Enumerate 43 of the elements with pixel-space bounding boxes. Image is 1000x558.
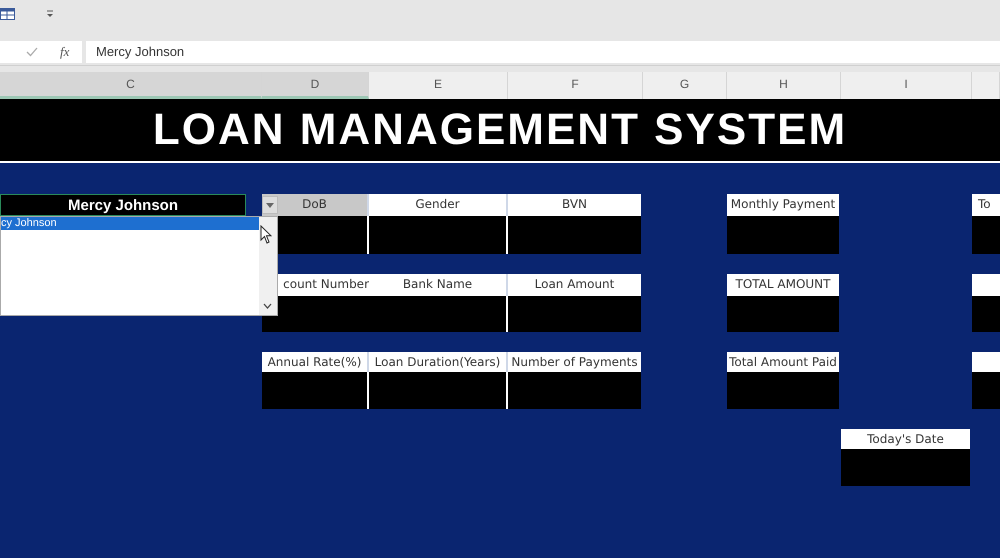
column-header[interactable]: D <box>262 72 369 99</box>
field-value-cell[interactable] <box>508 296 641 332</box>
field-value-cell[interactable] <box>972 216 1000 254</box>
insert-function-button[interactable]: fx <box>60 44 70 60</box>
field-label: Monthly Payment <box>727 194 839 216</box>
field-value-cell[interactable] <box>841 449 970 486</box>
field-label: Loan Amount <box>508 274 641 296</box>
scrollbar[interactable] <box>259 217 277 315</box>
list-item[interactable]: cy Johnson <box>1 217 259 230</box>
field-label: Gender <box>369 194 508 216</box>
name-select-cell[interactable]: Mercy Johnson <box>0 194 246 216</box>
field-value-cell[interactable] <box>972 372 1000 409</box>
field-label: Total Amount Paid <box>727 352 839 372</box>
chevron-down-icon[interactable] <box>263 303 272 309</box>
field-value-cell[interactable] <box>262 296 369 332</box>
sheet-icon[interactable] <box>0 8 15 20</box>
field-label: To <box>972 194 1000 216</box>
field-value-cell[interactable] <box>972 296 1000 332</box>
field-value-cell[interactable] <box>727 372 839 409</box>
field-label: Number of Payments <box>508 352 641 372</box>
field-value-cell[interactable] <box>369 216 508 254</box>
field-label: BVN <box>508 194 641 216</box>
customize-icon[interactable] <box>47 10 53 18</box>
field-value-cell[interactable] <box>727 216 839 254</box>
field-label: Bank Name <box>369 274 508 296</box>
field-label: Annual Rate(%) <box>262 352 369 372</box>
field-label: TOTAL AMOUNT <box>727 274 839 296</box>
check-icon[interactable] <box>26 46 38 56</box>
formula-input[interactable]: Mercy Johnson <box>86 40 1000 62</box>
caret-icon[interactable] <box>266 202 274 208</box>
sheet-title: LOAN MANAGEMENT SYSTEM <box>152 105 848 155</box>
field-value-cell[interactable] <box>369 296 508 332</box>
column-header[interactable]: C <box>0 72 262 99</box>
dropdown-list[interactable]: cy Johnson <box>0 216 278 316</box>
field-value-cell[interactable] <box>369 372 508 409</box>
dropdown-button[interactable] <box>262 196 278 214</box>
field-label: Loan Duration(Years) <box>369 352 508 372</box>
field-value-cell[interactable] <box>262 372 369 409</box>
field-value-cell[interactable] <box>508 216 641 254</box>
field-label: Today's Date <box>841 429 970 449</box>
field-value-cell[interactable] <box>727 296 839 332</box>
mouse-cursor-icon <box>260 225 272 245</box>
field-value-cell[interactable] <box>508 372 641 409</box>
